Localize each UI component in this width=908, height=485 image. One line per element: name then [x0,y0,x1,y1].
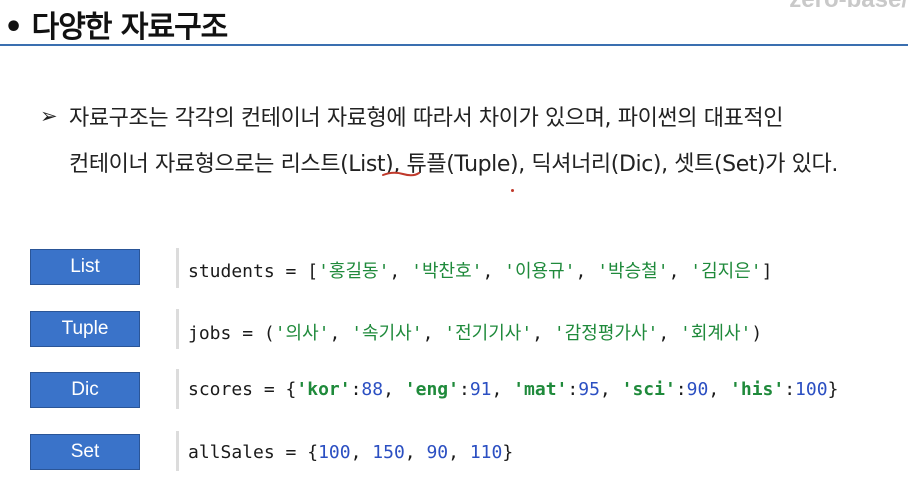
handwritten-underline-mark [382,171,420,177]
code-var: scores [188,379,254,400]
code-dic: scores = {'kor':88, 'eng':91, 'mat':95, … [188,379,839,400]
brand-logo: zero-base/ [789,0,908,14]
tag-set: Set [30,434,140,470]
code-bar [176,431,179,471]
tag-dic: Dic [30,372,140,408]
bullet-arrow-icon: ➢ [40,104,58,128]
code-var: allSales [188,442,275,463]
code-list: students = ['홍길동', '박찬호', '이용규', '박승철', … [188,261,773,282]
code-var: students [188,261,275,282]
code-set: allSales = {100, 150, 90, 110} [188,442,514,463]
slide-title: • 다양한 자료구조 [4,10,228,45]
description-text: 자료구조는 각각의 컨테이너 자료형에 따라서 차이가 있으며, 파이썬의 대표… [69,96,905,188]
slide-header: • 다양한 자료구조 zero-base/ [0,0,908,46]
code-bar [176,369,179,409]
tag-list: List [30,249,140,285]
code-bar [176,248,179,288]
code-var: jobs [188,323,232,344]
tag-tuple: Tuple [30,311,140,347]
code-tuple: jobs = ('의사', '속기사', '전기기사', '감정평가사', '회… [188,323,763,344]
code-bar [176,309,179,349]
description-line-2: 컨테이너 자료형으로는 리스트(List), 튜플(Tuple), 딕셔너리(D… [69,152,838,177]
annotation-dot [511,189,514,192]
description-line-1: 자료구조는 각각의 컨테이너 자료형에 따라서 차이가 있으며, 파이썬의 대표… [69,106,784,131]
